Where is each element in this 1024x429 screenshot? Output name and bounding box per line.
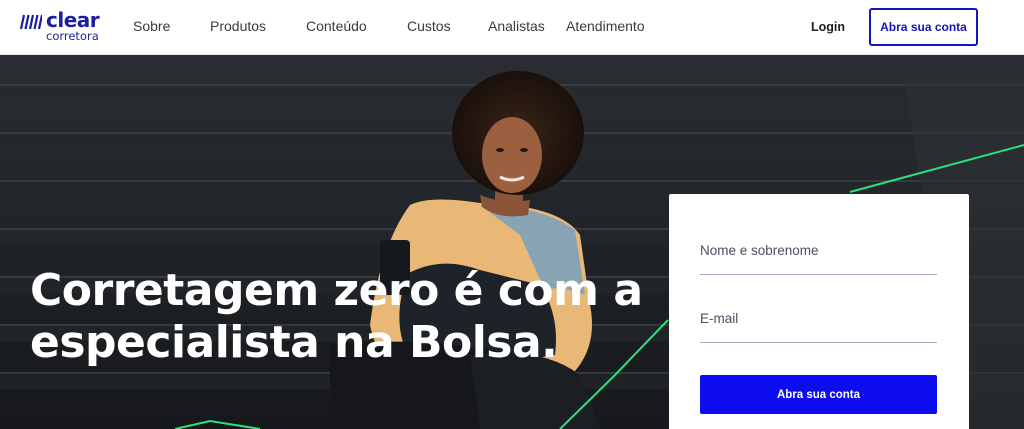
hero-headline-line-2: especialista na Bolsa. <box>30 317 558 368</box>
signup-form-card: Nome e sobrenome E-mail Abra sua conta <box>669 194 969 429</box>
open-account-header-button[interactable]: Abra sua conta <box>869 8 978 46</box>
open-account-submit-button[interactable]: Abra sua conta <box>700 375 937 414</box>
nav-item-conteudo[interactable]: Conteúdo <box>306 18 367 34</box>
nav-item-produtos[interactable]: Produtos <box>210 18 266 34</box>
nav-item-custos[interactable]: Custos <box>407 18 451 34</box>
email-field[interactable]: E-mail <box>700 311 738 326</box>
name-field[interactable]: Nome e sobrenome <box>700 243 819 258</box>
logo-wordmark: clear <box>46 8 100 32</box>
name-field-underline <box>700 274 937 275</box>
nav-item-sobre[interactable]: Sobre <box>133 18 170 34</box>
top-navigation-bar: clear corretora Sobre Produtos Conteúdo … <box>0 0 1024 55</box>
email-field-underline <box>700 342 937 343</box>
nav-item-analistas[interactable]: Analistas <box>488 18 545 34</box>
login-link[interactable]: Login <box>811 20 845 34</box>
clear-logo[interactable]: clear corretora <box>20 8 100 43</box>
hero-headline-line-1: Corretagem zero é com a <box>30 265 643 316</box>
logo-stripes-icon <box>20 14 42 30</box>
hero-headline: Corretagem zero é com a especialista na … <box>30 265 643 369</box>
logo-subtitle: corretora <box>46 29 99 43</box>
nav-item-atendimento[interactable]: Atendimento <box>566 18 645 34</box>
